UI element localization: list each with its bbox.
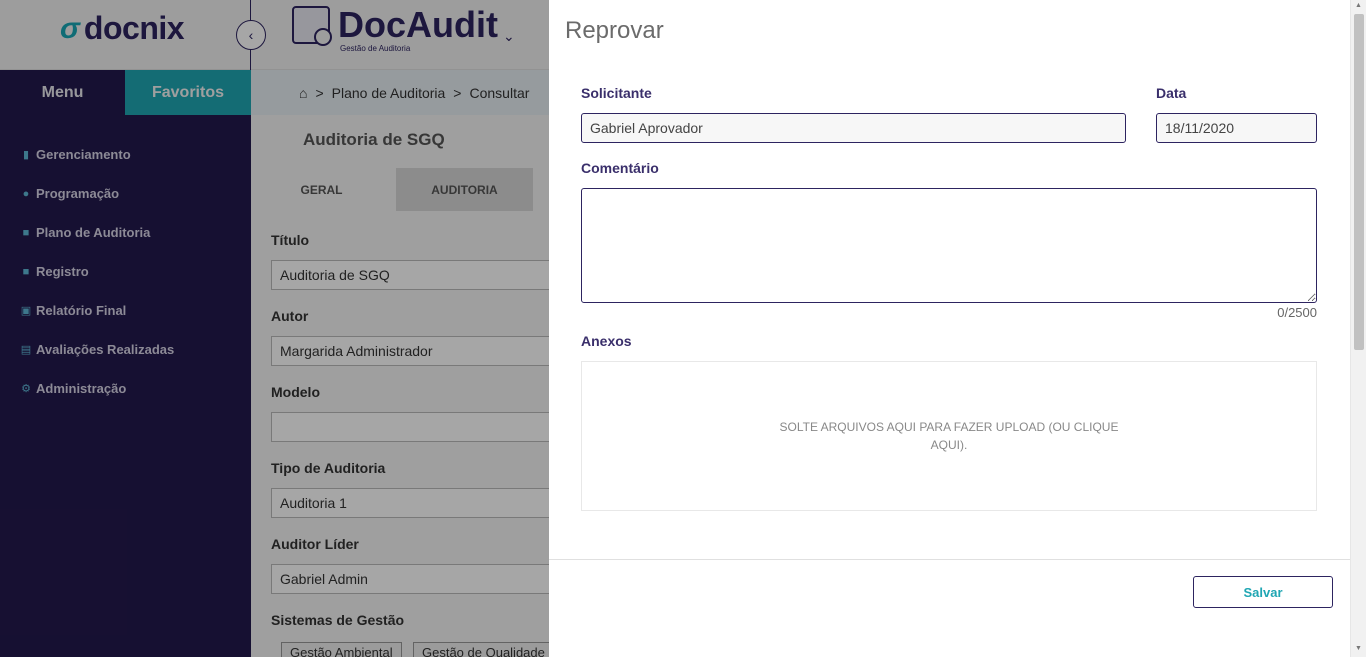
scrollbar-thumb[interactable] xyxy=(1354,14,1364,350)
dropzone-text: SOLTE ARQUIVOS AQUI PARA FAZER UPLOAD (O… xyxy=(779,420,1119,452)
anexos-label: Anexos xyxy=(581,333,632,349)
footer-divider xyxy=(549,559,1350,560)
data-label: Data xyxy=(1156,85,1187,101)
character-counter: 0/2500 xyxy=(1277,305,1317,320)
save-button[interactable]: Salvar xyxy=(1193,576,1333,608)
scroll-up-arrow-icon[interactable]: ▲ xyxy=(1355,2,1362,9)
page-scrollbar[interactable]: ▲ ▼ xyxy=(1350,0,1366,657)
comentario-label: Comentário xyxy=(581,160,659,176)
solicitante-label: Solicitante xyxy=(581,85,652,101)
comment-textarea[interactable] xyxy=(581,188,1317,303)
modal-backdrop[interactable] xyxy=(0,0,549,657)
scroll-down-arrow-icon[interactable]: ▼ xyxy=(1355,645,1362,652)
date-field[interactable] xyxy=(1156,113,1317,143)
file-dropzone[interactable]: SOLTE ARQUIVOS AQUI PARA FAZER UPLOAD (O… xyxy=(581,361,1317,511)
solicitante-field[interactable] xyxy=(581,113,1126,143)
drawer-title: Reprovar xyxy=(565,17,664,44)
reprovar-drawer: Reprovar Solicitante Data Comentário 0/2… xyxy=(549,0,1350,657)
